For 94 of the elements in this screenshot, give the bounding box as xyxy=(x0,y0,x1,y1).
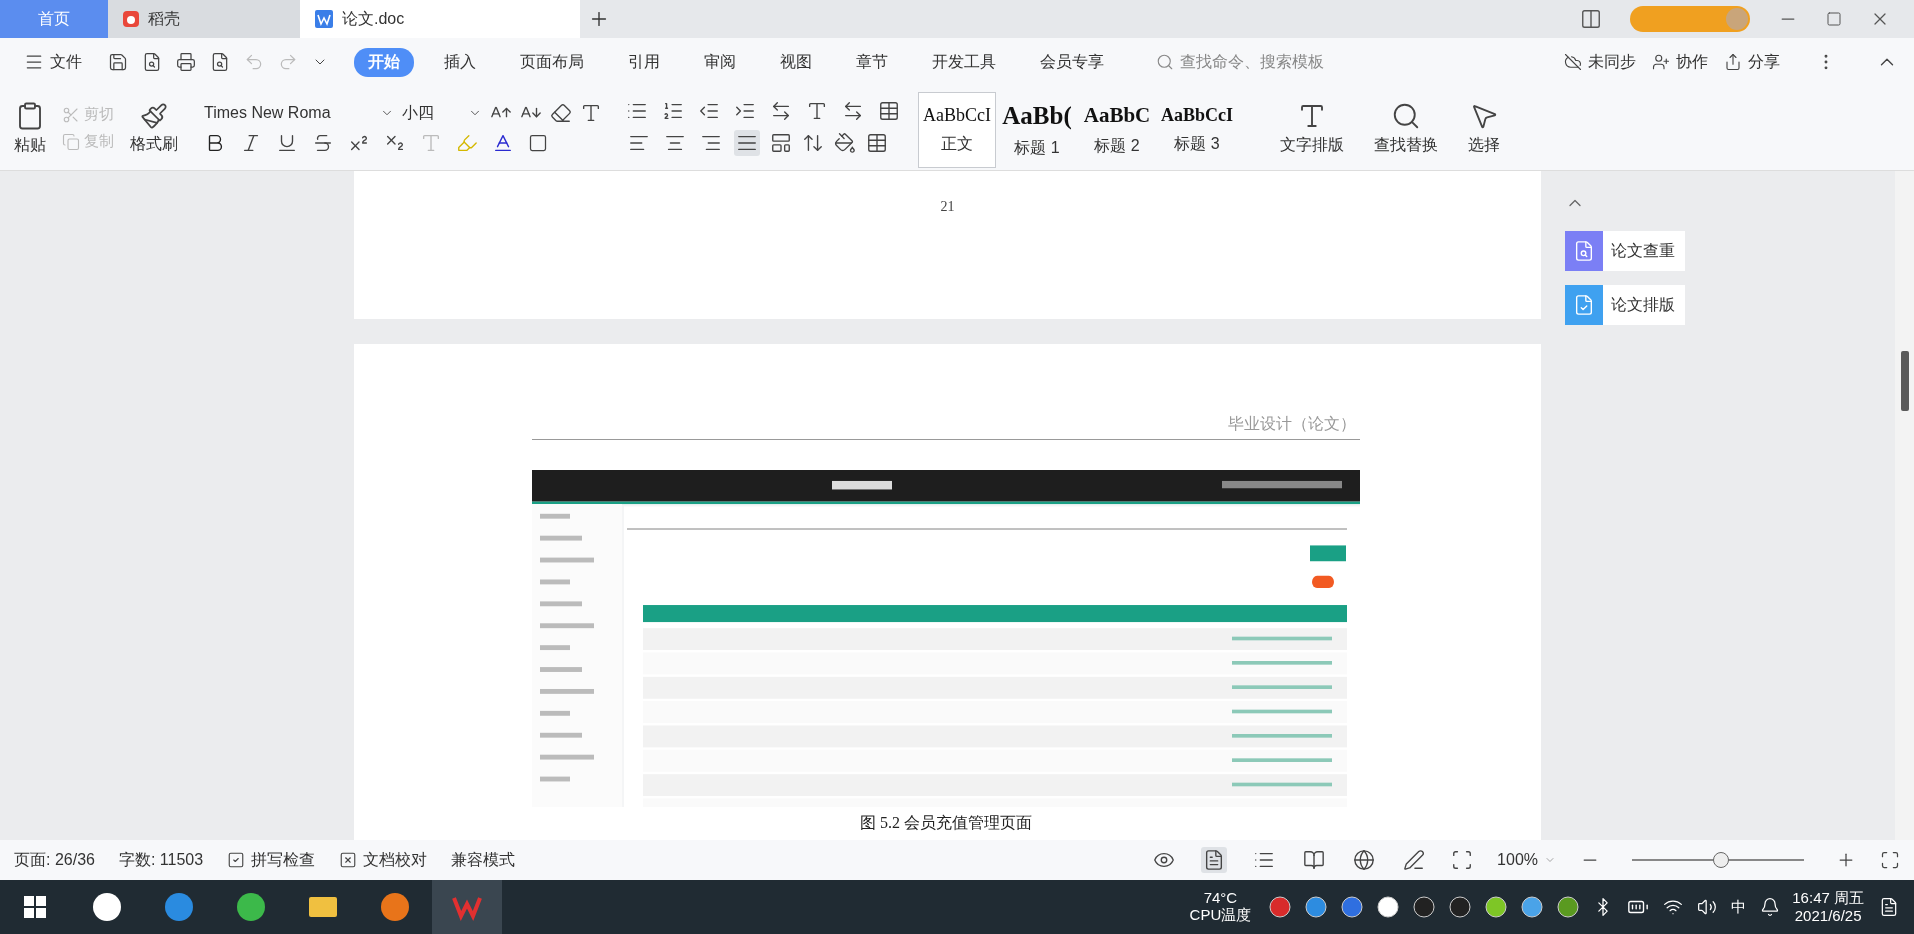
fit-page-icon[interactable] xyxy=(1451,849,1474,871)
ribbon-button[interactable]: 查找替换 xyxy=(1368,100,1444,156)
shading-icon[interactable] xyxy=(834,132,856,154)
toolbar-action[interactable]: 分享 xyxy=(1716,47,1788,77)
ribbon-tab[interactable]: 页面布局 xyxy=(506,47,598,77)
toolbar-action[interactable]: 未同步 xyxy=(1556,47,1644,77)
document-tab[interactable]: 稻壳 xyxy=(108,0,300,38)
eraser-icon[interactable] xyxy=(550,102,572,124)
action-center-icon[interactable] xyxy=(1879,897,1899,917)
ribbon-tab[interactable]: 引用 xyxy=(614,47,674,77)
ribbon-tab[interactable]: 视图 xyxy=(766,47,826,77)
page-count: 页面: 26/36 xyxy=(14,849,95,870)
share-icon xyxy=(1724,53,1742,71)
ribbon-tab[interactable]: 章节 xyxy=(842,47,902,77)
status-button[interactable]: 拼写检查 xyxy=(227,849,316,871)
tray-app-icon[interactable] xyxy=(1341,896,1364,918)
ribbon-tab[interactable]: 开发工具 xyxy=(918,47,1010,77)
cross-box-icon xyxy=(339,851,358,869)
input-method[interactable]: 中 xyxy=(1731,897,1747,917)
ribbon-button[interactable]: 文字排版 xyxy=(1274,100,1350,156)
globe-icon xyxy=(1353,849,1376,871)
scrollbar-thumb[interactable] xyxy=(1900,351,1909,411)
docer-logo-icon xyxy=(122,10,140,28)
style-preset[interactable]: AaBbC 标题 2 xyxy=(1078,92,1156,168)
zoom-slider-thumb[interactable] xyxy=(1713,852,1730,868)
paste-button[interactable]: 粘贴 xyxy=(8,86,52,170)
clock-time: 16:47 周五 xyxy=(1792,889,1864,907)
borders-icon[interactable] xyxy=(866,132,888,154)
book-icon xyxy=(1303,849,1326,871)
print-icon[interactable] xyxy=(176,52,196,72)
scissors-icon xyxy=(62,105,80,124)
ribbon-tab[interactable]: 会员专享 xyxy=(1026,47,1118,77)
paintbrush-icon xyxy=(140,101,168,130)
restore-icon[interactable] xyxy=(1826,11,1842,27)
page-number: 21 xyxy=(940,199,955,215)
document-tab[interactable]: 论文.doc xyxy=(300,0,580,38)
document-icon xyxy=(1573,294,1595,316)
notification-icon[interactable] xyxy=(1760,897,1781,917)
layout-icon[interactable] xyxy=(1580,8,1602,30)
volume-icon[interactable] xyxy=(1697,897,1718,917)
fullscreen-icon[interactable] xyxy=(1880,850,1900,870)
checkbox-icon xyxy=(227,851,246,869)
format-painter-button[interactable]: 格式刷 xyxy=(124,86,184,170)
clock-date: 2021/6/25 xyxy=(1794,907,1862,925)
style-preset[interactable]: AaBbCcI 正文 xyxy=(918,92,996,168)
status-button[interactable]: 文档校对 xyxy=(339,849,428,871)
save-icon[interactable] xyxy=(108,52,128,72)
numbered-list-icon[interactable] xyxy=(662,100,684,122)
size-select[interactable]: 小四 xyxy=(402,102,482,124)
windows-icon xyxy=(24,896,46,918)
font-color-icon[interactable] xyxy=(492,132,514,154)
figure-caption: 图 5.2 会员充值管理页面 xyxy=(860,813,1032,833)
char-border-icon[interactable] xyxy=(528,133,548,153)
tray-app-icon[interactable] xyxy=(1449,896,1472,918)
command-search-field[interactable]: 查找命令、搜索模板 xyxy=(1156,52,1362,72)
temperature-label: CPU温度 xyxy=(1189,906,1252,925)
align-button[interactable] xyxy=(734,130,760,156)
tray-app-icon[interactable] xyxy=(1485,896,1508,918)
distribute-icon[interactable] xyxy=(770,132,792,154)
status-button[interactable]: 兼容模式 xyxy=(451,849,516,871)
search-icon xyxy=(1156,53,1174,71)
tray-app-icon[interactable] xyxy=(1521,896,1544,918)
style-preset[interactable]: AaBbCcI 标题 3 xyxy=(1158,92,1236,168)
avatar-icon xyxy=(1726,8,1748,30)
file-menu[interactable]: 文件 xyxy=(16,47,90,77)
user-plus-icon xyxy=(1652,53,1670,71)
ribbon-tab[interactable]: 插入 xyxy=(430,47,490,77)
zoom-select[interactable]: 100% xyxy=(1497,851,1556,869)
tray-app-icon[interactable] xyxy=(1557,896,1580,918)
cloud-icon xyxy=(1564,53,1582,71)
page-header: 毕业设计（论文） xyxy=(1228,414,1357,434)
toolbar-action[interactable]: 协作 xyxy=(1644,47,1716,77)
temperature: 74°C xyxy=(1203,889,1238,906)
font-select[interactable]: Times New Roma xyxy=(204,104,394,122)
ribbon-button[interactable]: 选择 xyxy=(1462,100,1506,156)
writer-logo-icon xyxy=(314,9,334,29)
line-spacing-icon[interactable] xyxy=(802,132,824,154)
tray-app-icon[interactable] xyxy=(1269,896,1292,918)
side-panel-button[interactable]: 论文查重 xyxy=(1565,231,1685,271)
tab-icon[interactable] xyxy=(842,100,864,122)
tray-app-icon[interactable] xyxy=(1305,896,1328,918)
copy-icon xyxy=(62,132,80,151)
style-preset[interactable]: AaBb( 标题 1 xyxy=(998,92,1076,168)
word-count: 字数: 11503 xyxy=(118,849,204,870)
underline-icon[interactable] xyxy=(276,132,298,154)
side-panel-button[interactable]: 论文排版 xyxy=(1565,285,1685,325)
document-search-icon xyxy=(1573,240,1595,262)
pen-icon xyxy=(1403,849,1426,871)
ribbon-tab[interactable]: 审阅 xyxy=(690,47,750,77)
preview-icon[interactable] xyxy=(210,52,230,72)
tray-app-icon[interactable] xyxy=(1377,896,1400,918)
tray-app-icon[interactable] xyxy=(1413,896,1436,918)
strikethrough-icon[interactable] xyxy=(312,132,334,154)
view-button[interactable] xyxy=(1201,847,1228,873)
